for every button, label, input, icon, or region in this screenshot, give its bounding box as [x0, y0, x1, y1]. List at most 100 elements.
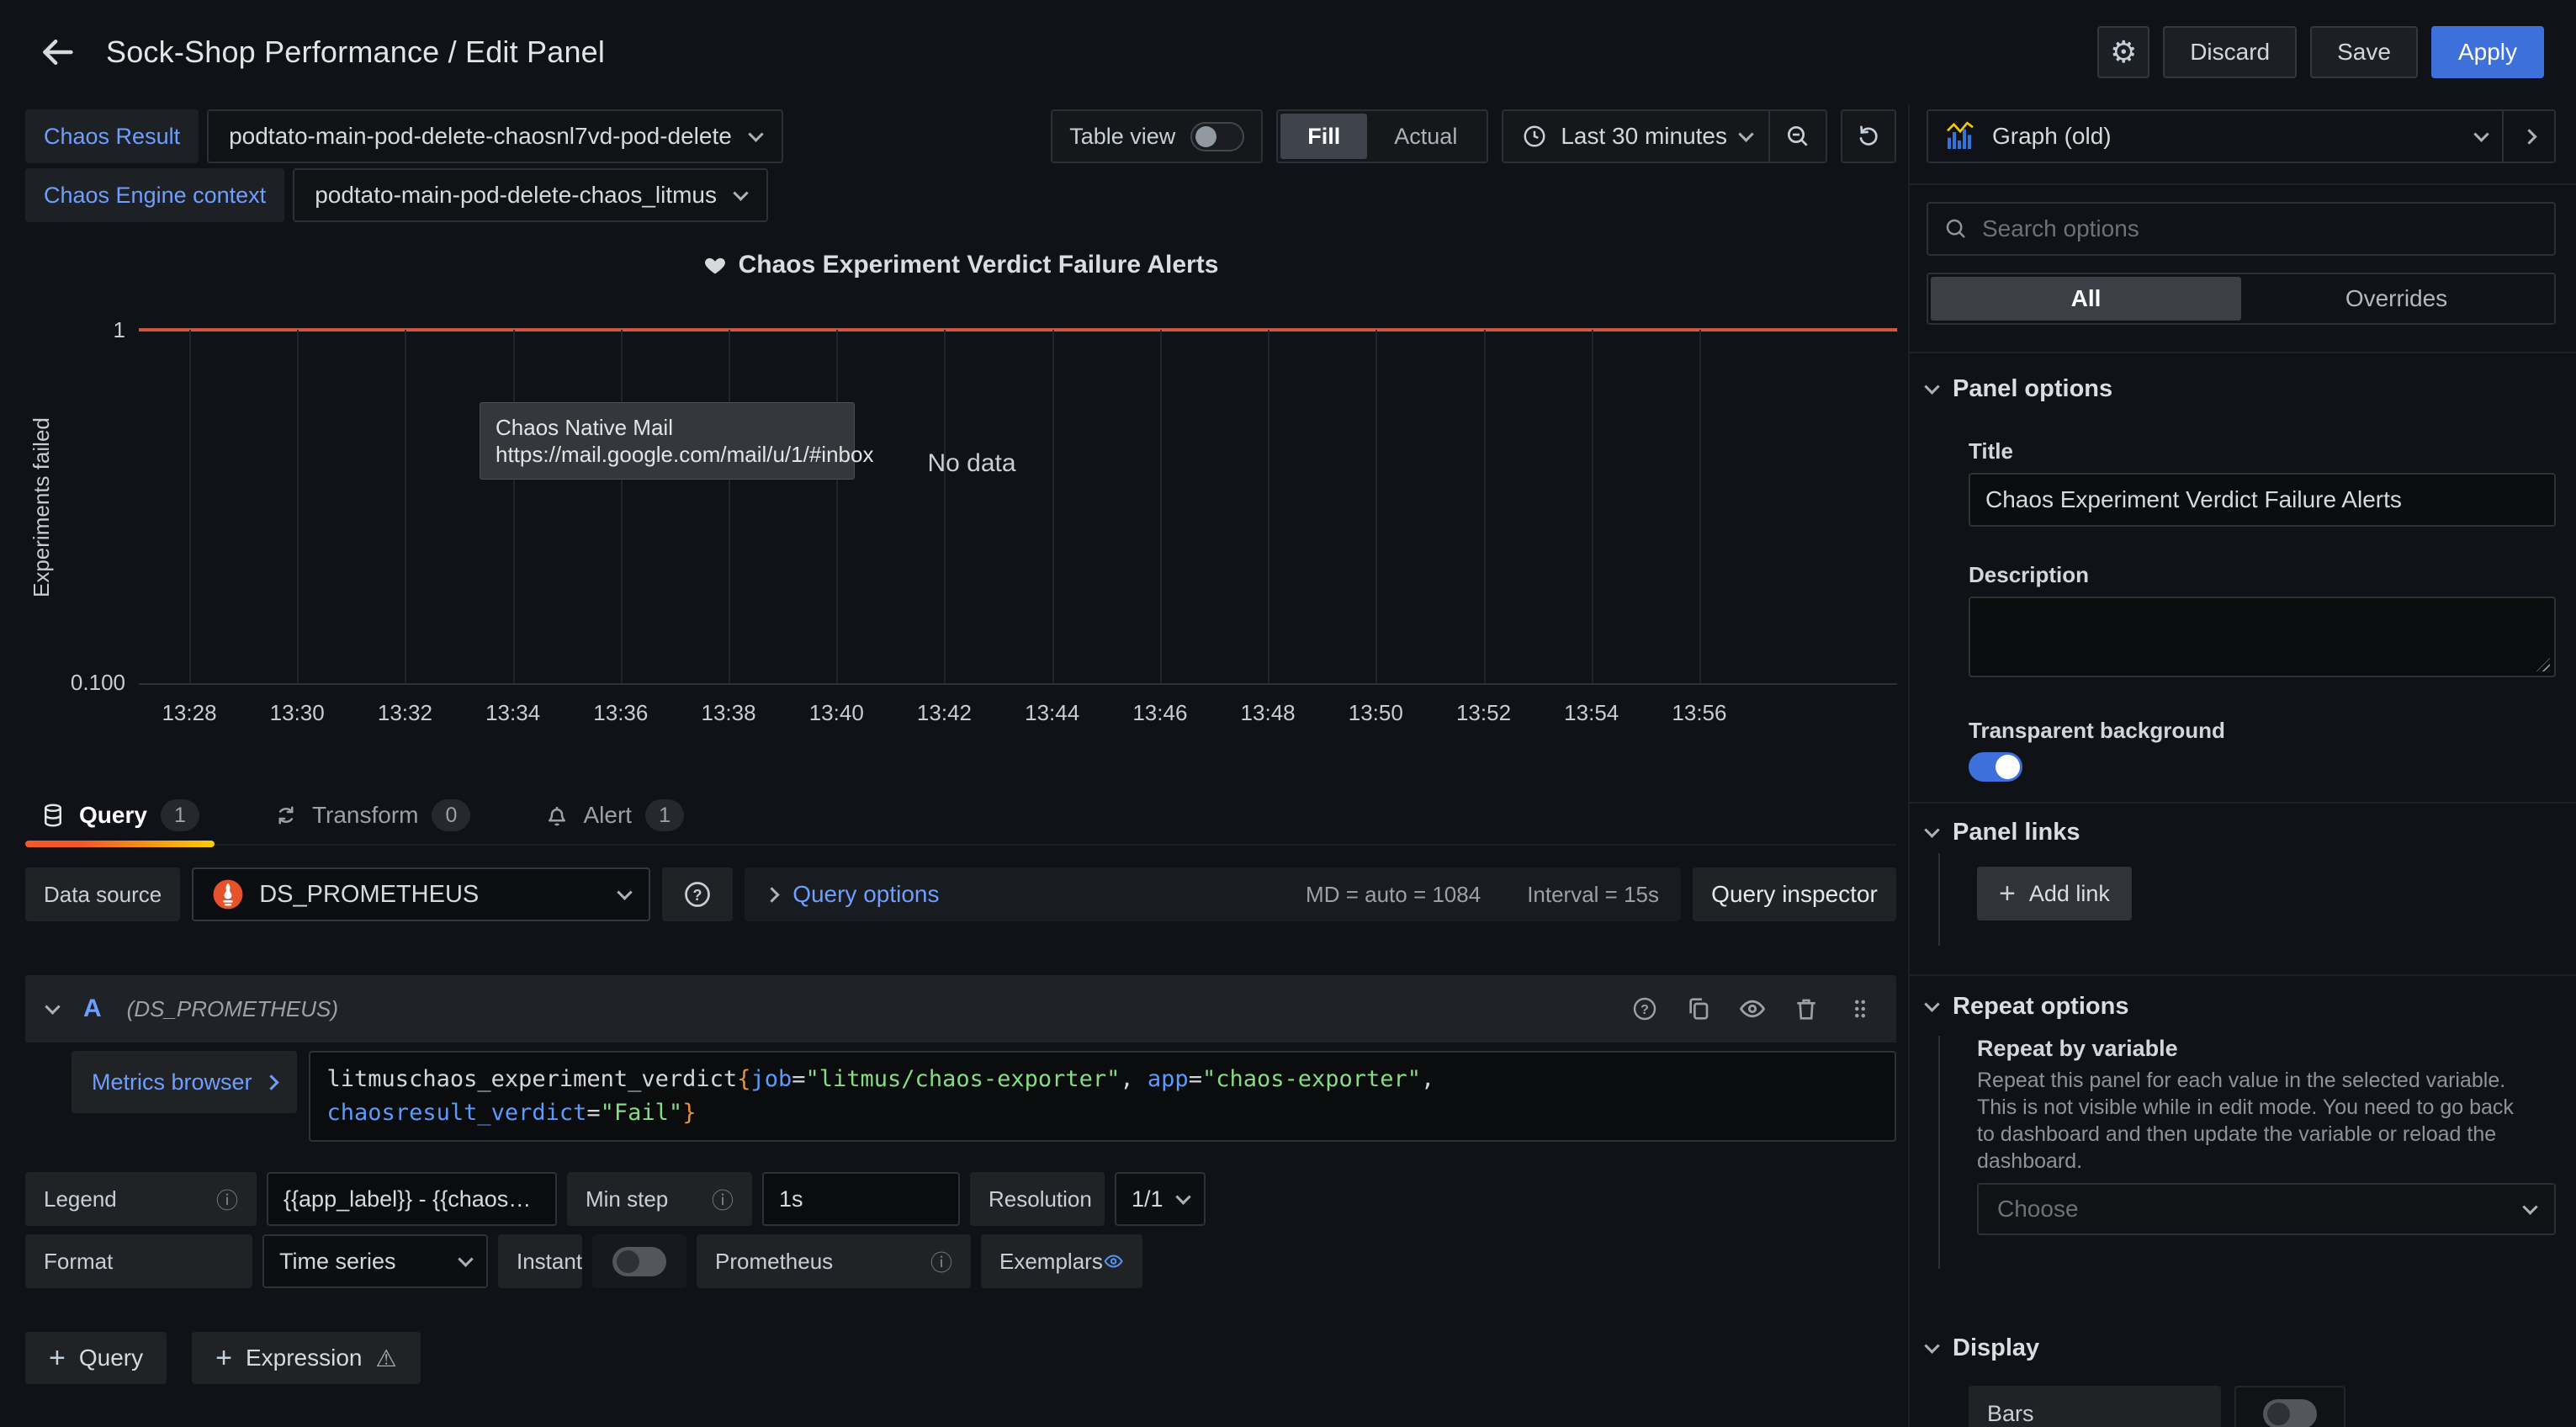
- chevron-down-icon: [733, 185, 748, 200]
- query-count-badge: 1: [161, 799, 199, 831]
- gridline: [405, 330, 406, 683]
- time-range-button[interactable]: Last 30 minutes: [1522, 123, 1768, 150]
- bars-toggle-cell: [2234, 1386, 2345, 1427]
- min-step-input[interactable]: [762, 1172, 960, 1226]
- panel-description-textarea[interactable]: [1969, 597, 2556, 677]
- tooltip-url: https://mail.google.com/mail/u/1/#inbox: [496, 441, 839, 468]
- chevron-right-icon: [764, 887, 779, 902]
- search-options-input[interactable]: [1982, 215, 2539, 242]
- discard-button[interactable]: Discard: [2163, 26, 2297, 78]
- datasource-help-button[interactable]: ?: [662, 867, 733, 921]
- variable-dropdown-chaos-result[interactable]: podtato-main-pod-delete-chaosnl7vd-pod-d…: [207, 109, 783, 163]
- tab-query[interactable]: Query 1: [25, 787, 215, 844]
- chevron-down-icon: [1924, 379, 1939, 394]
- chevron-down-icon: [458, 1251, 473, 1266]
- query-help-button[interactable]: ?: [1630, 995, 1659, 1023]
- bars-option-label: Bars: [1969, 1386, 2221, 1427]
- chevron-down-icon: [1924, 1338, 1939, 1353]
- visualization-picker[interactable]: Graph (old): [1928, 111, 2502, 162]
- chevron-right-icon: [263, 1074, 278, 1090]
- repeat-variable-select[interactable]: Choose: [1977, 1183, 2556, 1235]
- repeat-description: Repeat this panel for each value in the …: [1977, 1067, 2532, 1175]
- panel-settings-button[interactable]: ⚙: [2097, 26, 2149, 78]
- chevron-down-icon: [2522, 1199, 2537, 1214]
- toggle-viz-options-button[interactable]: [2502, 111, 2554, 162]
- gear-icon: ⚙: [2110, 34, 2137, 70]
- clock-icon: [1522, 124, 1547, 149]
- drag-handle[interactable]: [1846, 995, 1874, 1023]
- query-row-header[interactable]: A (DS_PROMETHEUS) ?: [25, 975, 1896, 1042]
- tooltip-title: Chaos Native Mail: [496, 414, 839, 441]
- visualization-name: Graph (old): [1992, 123, 2461, 150]
- active-tab-indicator: [25, 841, 215, 847]
- save-button[interactable]: Save: [2310, 26, 2418, 78]
- bell-icon: [544, 803, 570, 828]
- panel-edit-main: Chaos Result podtato-main-pod-delete-cha…: [0, 104, 1908, 1427]
- legend-input[interactable]: [267, 1172, 557, 1226]
- bars-toggle[interactable]: [2263, 1399, 2317, 1427]
- add-link-button[interactable]: + Add link: [1977, 867, 2132, 920]
- x-tick-label: 13:48: [1241, 700, 1296, 726]
- datasource-value: DS_PROMETHEUS: [259, 881, 604, 909]
- format-select[interactable]: Time series: [262, 1234, 488, 1288]
- info-icon: ⓘ: [712, 1184, 734, 1215]
- x-tick-label: 13:30: [270, 700, 325, 726]
- fill-option[interactable]: Fill: [1280, 114, 1367, 159]
- search-icon: [1943, 216, 1969, 241]
- zoom-out-time-button[interactable]: [1770, 111, 1826, 162]
- gridline: [1484, 330, 1486, 683]
- options-search[interactable]: [1927, 202, 2556, 256]
- min-step-label-box: Min stepⓘ: [567, 1172, 752, 1226]
- exemplars-eye-icon[interactable]: [1103, 1248, 1124, 1275]
- y-tick-label: 1: [41, 317, 125, 343]
- time-picker: Last 30 minutes: [1502, 109, 1827, 163]
- panel-title-input[interactable]: [1969, 473, 2556, 527]
- delete-query-button[interactable]: [1792, 995, 1821, 1023]
- tab-overrides[interactable]: Overrides: [2241, 277, 2552, 321]
- repeat-options-section-header[interactable]: Repeat options: [1927, 993, 2556, 1021]
- variable-label-chaos-result: Chaos Result: [25, 109, 199, 163]
- warning-icon: ⚠: [375, 1345, 396, 1372]
- query-options-collapse[interactable]: Query options MD = auto = 1084 Interval …: [745, 867, 1681, 921]
- format-label-box: Format: [25, 1234, 252, 1288]
- repeat-by-variable-label: Repeat by variable: [1977, 1036, 2556, 1062]
- promql-query-editor[interactable]: litmuschaos_experiment_verdict{job="litm…: [309, 1051, 1896, 1142]
- alert-threshold-line: [139, 328, 1897, 332]
- graph-viz-icon: [1943, 119, 1977, 153]
- add-expression-button[interactable]: +Expression⚠: [192, 1332, 420, 1384]
- tab-all[interactable]: All: [1931, 277, 2241, 321]
- chevron-down-icon: [1738, 126, 1753, 141]
- apply-button[interactable]: Apply: [2431, 26, 2544, 78]
- graph-panel: Chaos Experiment Verdict Failure Alerts …: [25, 222, 1896, 787]
- query-inspector-button[interactable]: Query inspector: [1693, 867, 1896, 921]
- display-section-header[interactable]: Display: [1927, 1334, 2556, 1362]
- x-tick-label: 13:38: [702, 700, 756, 726]
- table-view-toggle[interactable]: [1190, 122, 1244, 151]
- instant-toggle[interactable]: [612, 1247, 666, 1276]
- add-query-button[interactable]: +Query: [25, 1332, 167, 1384]
- x-tick-label: 13:50: [1349, 700, 1403, 726]
- actual-option[interactable]: Actual: [1367, 114, 1484, 159]
- duplicate-query-button[interactable]: [1684, 995, 1713, 1023]
- chevron-down-icon: [1924, 822, 1939, 837]
- tab-alert[interactable]: Alert 1: [529, 787, 699, 844]
- divider: [1910, 802, 2576, 804]
- tab-transform[interactable]: Transform 0: [258, 787, 486, 844]
- metrics-browser-button[interactable]: Metrics browser: [72, 1051, 297, 1113]
- plot-area[interactable]: 1 0.100 No data 13:2813:3013:3213:3413:3…: [139, 330, 1897, 685]
- refresh-button[interactable]: [1841, 109, 1896, 163]
- plus-icon: +: [49, 1344, 66, 1372]
- panel-links-section-header[interactable]: Panel links: [1927, 819, 2556, 846]
- resolution-select[interactable]: 1/1: [1115, 1172, 1206, 1226]
- variable-dropdown-chaos-engine-context[interactable]: podtato-main-pod-delete-chaos_litmus: [293, 168, 768, 222]
- toggle-query-visibility-button[interactable]: [1738, 995, 1767, 1023]
- back-button[interactable]: [32, 27, 82, 77]
- divider: [1910, 183, 2576, 185]
- transparent-background-toggle[interactable]: [1969, 752, 2022, 782]
- datasource-picker[interactable]: DS_PROMETHEUS: [192, 867, 650, 921]
- divider: [1910, 974, 2576, 976]
- collapse-query-icon[interactable]: [45, 999, 60, 1014]
- plus-icon: +: [1999, 879, 2016, 908]
- panel-options-section-header[interactable]: Panel options: [1927, 375, 2556, 403]
- x-tick-label: 13:40: [809, 700, 864, 726]
